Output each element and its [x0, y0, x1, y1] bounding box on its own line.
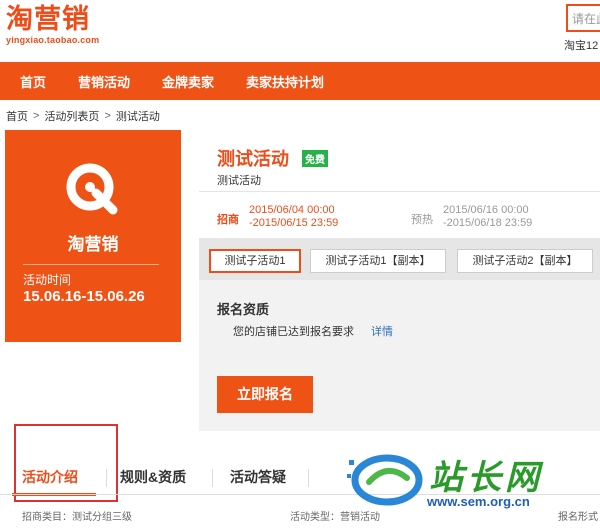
watermark-logo-icon: [347, 454, 423, 506]
breadcrumb-separator: >: [104, 110, 111, 122]
recruit-label: 招商: [217, 214, 239, 226]
info-form: 报名形式: [558, 512, 598, 523]
recruit-start: 2015/06/04 00:00: [249, 204, 335, 216]
activity-title: 测试活动: [217, 149, 289, 169]
info-category: 招商类目：测试分组三级: [22, 512, 132, 523]
logo-title: 淘营销: [6, 4, 90, 34]
tab-intro[interactable]: 活动介绍: [22, 467, 78, 487]
watermark: 站长网 www.sem.org.cn: [345, 450, 600, 510]
preheat-time: 2015/06/16 00:00 -2015/06/18 23:59: [443, 204, 532, 230]
qualification-details-link[interactable]: 详情: [371, 323, 393, 339]
subtab-2[interactable]: 测试子活动1【副本】: [310, 249, 446, 273]
qualification-text: 您的店铺已达到报名要求: [233, 326, 354, 338]
search-magnifier-icon: [66, 163, 118, 215]
nav-item-support-plan[interactable]: 卖家扶持计划: [246, 72, 324, 91]
watermark-url: www.sem.org.cn: [427, 494, 530, 509]
subtab-1[interactable]: 测试子活动1: [209, 249, 301, 273]
free-badge: 免费: [302, 150, 328, 167]
qualification-title: 报名资质: [217, 302, 270, 317]
watermark-text: 站长网: [429, 458, 543, 498]
preheat-end: -2015/06/18 23:59: [443, 217, 533, 229]
logo[interactable]: 淘营销 yingxiao.taobao.com: [6, 4, 99, 45]
logo-subtitle: yingxiao.taobao.com: [6, 35, 100, 45]
subtab-3[interactable]: 测试子活动2【副本】: [457, 249, 593, 273]
divider: [199, 191, 600, 192]
tab-separator: [212, 469, 213, 487]
search-input[interactable]: 请在此: [566, 4, 600, 32]
breadcrumb-current: 测试活动: [115, 111, 160, 123]
promo-time-label: 活动时间: [23, 273, 72, 287]
nav-item-gold-seller[interactable]: 金牌卖家: [162, 72, 214, 91]
activity-subtitle: 测试活动: [217, 175, 261, 187]
apply-button[interactable]: 立即报名: [217, 376, 313, 413]
breadcrumb-separator: >: [33, 110, 40, 122]
tab-faq[interactable]: 活动答疑: [230, 467, 286, 487]
breadcrumb-home[interactable]: 首页: [6, 108, 28, 124]
recruit-end: -2015/06/15 23:59: [249, 217, 339, 229]
nav-item-marketing[interactable]: 营销活动: [78, 72, 130, 91]
promo-name: 淘营销: [67, 235, 119, 254]
header: 淘营销 yingxiao.taobao.com 请在此 淘宝12: [0, 0, 600, 62]
tab-separator: [308, 469, 309, 487]
breadcrumb-activity-list[interactable]: 活动列表页: [44, 108, 99, 124]
header-sub-text: 淘宝12: [564, 40, 599, 52]
main-nav: 首页 营销活动 金牌卖家 卖家扶持计划: [0, 62, 600, 100]
breadcrumb: 首页 > 活动列表页 > 测试活动: [6, 108, 160, 124]
tab-rules[interactable]: 规则&资质: [120, 467, 186, 487]
promo-time-range: 15.06.16-15.06.26: [23, 288, 145, 305]
recruit-time: 2015/06/04 00:00 -2015/06/15 23:59: [249, 204, 338, 230]
info-type: 活动类型：营销活动: [290, 512, 380, 523]
preheat-start: 2015/06/16 00:00: [443, 204, 529, 216]
tab-separator: [106, 469, 107, 487]
preheat-label: 预热: [411, 214, 433, 226]
divider: [23, 264, 159, 265]
promo-card: 淘营销 活动时间 15.06.16-15.06.26: [5, 130, 181, 342]
nav-item-home[interactable]: 首页: [20, 72, 46, 91]
